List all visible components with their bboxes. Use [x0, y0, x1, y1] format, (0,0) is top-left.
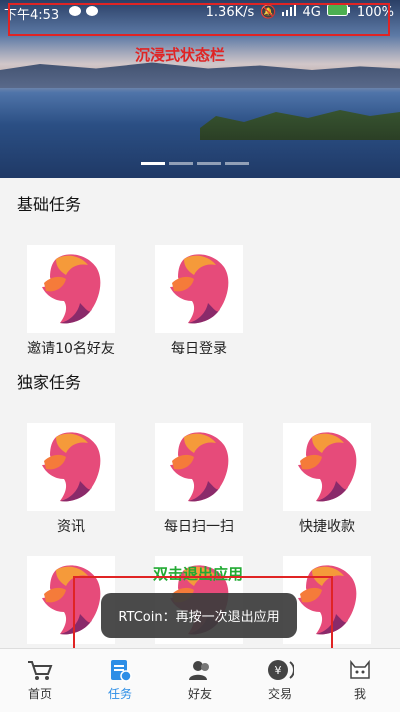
- lion-logo-icon: [27, 245, 115, 333]
- bottom-tab-bar: 首页 任务 好友 ¥ 交易 我: [0, 648, 400, 712]
- tab-label: 任务: [107, 687, 132, 701]
- cart-icon: [0, 658, 80, 682]
- banner-pagination: [141, 162, 249, 165]
- lion-logo-icon: [283, 423, 371, 511]
- tab-home[interactable]: 首页: [0, 649, 80, 712]
- section-title-basic: 基础任务: [17, 195, 82, 214]
- banner-reeds: [200, 110, 400, 140]
- friends-icon: [160, 658, 240, 682]
- svg-text:¥: ¥: [275, 664, 282, 677]
- tab-label: 首页: [27, 687, 52, 701]
- tab-trade[interactable]: ¥ 交易: [240, 649, 320, 712]
- section-title-exclusive: 独家任务: [17, 373, 82, 392]
- task-card[interactable]: 每日登录: [155, 245, 243, 358]
- banner-dot: [169, 162, 193, 165]
- tab-friends[interactable]: 好友: [160, 649, 240, 712]
- tab-label: 好友: [187, 687, 212, 701]
- lion-logo-icon: [155, 423, 243, 511]
- task-card[interactable]: 资讯: [27, 423, 115, 536]
- tab-label: 我: [353, 687, 366, 701]
- banner-dot: [225, 162, 249, 165]
- task-card[interactable]: 快捷收款: [283, 423, 371, 536]
- banner-dot: [141, 162, 165, 165]
- cat-avatar-icon: [320, 658, 400, 682]
- banner-dot: [197, 162, 221, 165]
- status-annotation-box: [8, 3, 390, 36]
- task-label: 快捷收款: [299, 519, 355, 535]
- task-list-icon: [80, 658, 160, 682]
- task-card[interactable]: 邀请10名好友: [27, 245, 115, 358]
- task-label: 每日登录: [171, 341, 227, 357]
- task-label: 邀请10名好友: [27, 341, 115, 357]
- lion-logo-icon: [27, 423, 115, 511]
- task-card[interactable]: 每日扫一扫: [155, 423, 243, 536]
- tab-label: 交易: [267, 687, 292, 701]
- tab-me[interactable]: 我: [320, 649, 400, 712]
- task-label: 资讯: [57, 519, 85, 535]
- yen-coin-icon: ¥: [240, 658, 320, 682]
- lion-logo-icon: [155, 245, 243, 333]
- task-label: 每日扫一扫: [164, 519, 234, 535]
- exit-annotation-box: [73, 576, 333, 657]
- tab-tasks[interactable]: 任务: [80, 649, 160, 712]
- status-annotation-label: 沉浸式状态栏: [135, 46, 226, 64]
